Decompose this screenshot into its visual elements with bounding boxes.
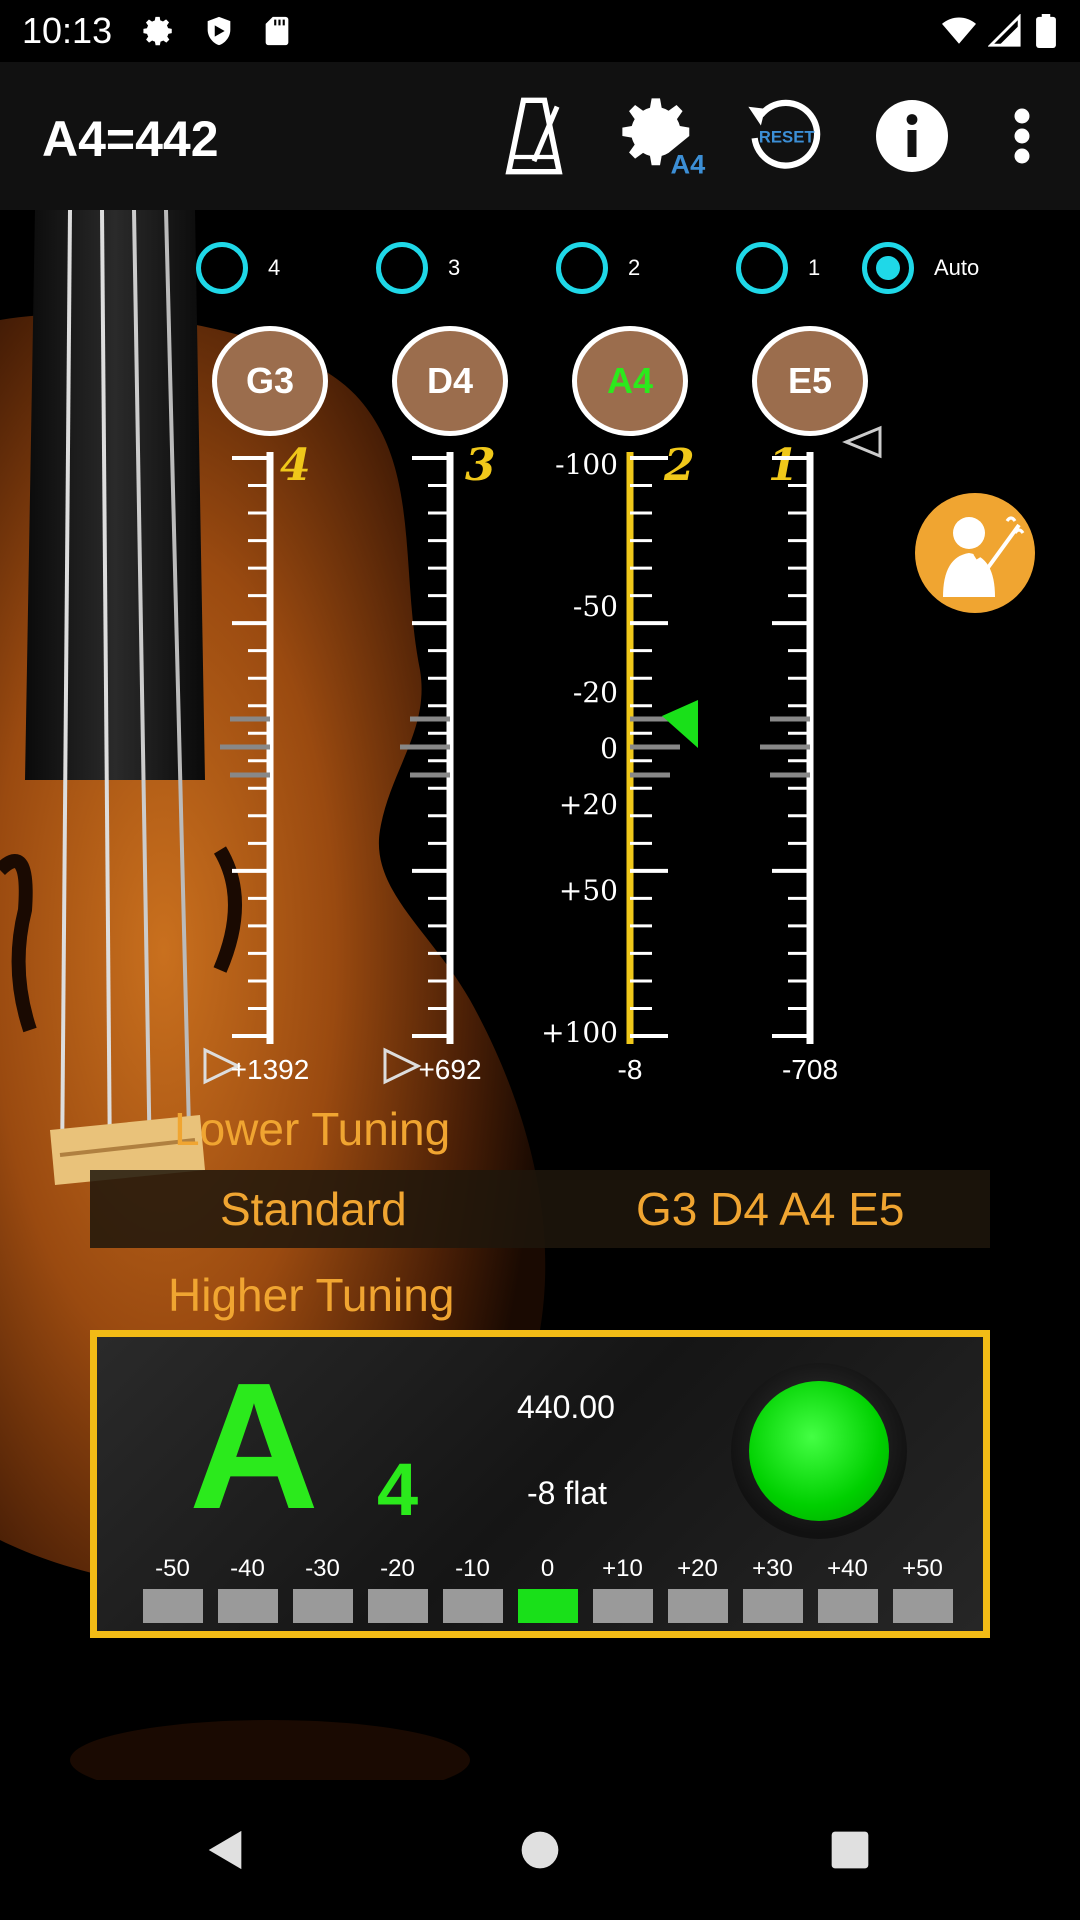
meter-bar bbox=[667, 1589, 728, 1623]
cents-readout-e5: -708 bbox=[781, 1054, 839, 1085]
meter-cell: +30 bbox=[735, 1555, 810, 1623]
meter-label: +50 bbox=[902, 1555, 943, 1582]
meter-label: 0 bbox=[540, 1555, 555, 1582]
meter-label: +10 bbox=[602, 1555, 643, 1582]
back-button[interactable] bbox=[186, 1810, 266, 1890]
meter-bar bbox=[892, 1589, 953, 1623]
meter-label: +30 bbox=[752, 1555, 793, 1582]
lower-tuning-button[interactable]: Lower Tuning bbox=[174, 1102, 450, 1156]
violinist-icon bbox=[943, 516, 1025, 597]
tuning-notes: G3 D4 A4 E5 bbox=[636, 1183, 905, 1235]
meter-bar bbox=[142, 1589, 203, 1623]
tuner-panel: A 4 440.00 -8 flat -50 -40 -30 -20 -10 0 +10 +2… bbox=[90, 1330, 990, 1638]
recents-icon bbox=[831, 1831, 869, 1869]
scale-label: -50 bbox=[573, 590, 618, 623]
meter-cell: +40 bbox=[810, 1555, 885, 1623]
meter-label: -30 bbox=[305, 1555, 340, 1582]
cents-readout-d4: +692 bbox=[418, 1054, 482, 1085]
meter-cell: +50 bbox=[885, 1555, 960, 1623]
meter-label: -10 bbox=[455, 1555, 490, 1582]
recents-button[interactable] bbox=[810, 1810, 890, 1890]
cents-readout-a4: -8 bbox=[617, 1054, 643, 1085]
meter-label: -40 bbox=[230, 1555, 265, 1582]
detected-frequency: 440.00 bbox=[517, 1389, 615, 1425]
home-icon bbox=[521, 1831, 559, 1869]
meter-bar bbox=[442, 1589, 503, 1623]
tuning-name: Standard bbox=[220, 1183, 407, 1235]
meter-cell: +10 bbox=[585, 1555, 660, 1623]
meter-label: -20 bbox=[380, 1555, 415, 1582]
scale-label: +50 bbox=[559, 874, 618, 907]
scale-label: 0 bbox=[600, 732, 618, 765]
detected-note: A bbox=[189, 1346, 319, 1547]
meter-label: -50 bbox=[155, 1555, 190, 1582]
meter-bar bbox=[742, 1589, 803, 1623]
current-tuning-row[interactable]: Standard G3 D4 A4 E5 bbox=[90, 1170, 990, 1248]
meter-label: +20 bbox=[677, 1555, 718, 1582]
scale-label: +20 bbox=[559, 788, 618, 821]
violinist-button[interactable] bbox=[915, 493, 1035, 613]
navigation-bar bbox=[0, 1780, 1080, 1920]
meter-cell: -40 bbox=[210, 1555, 285, 1623]
cents-meter: -50 -40 -30 -20 -10 0 +10 +20 +30 +40 +50 bbox=[135, 1555, 960, 1623]
meter-cell: -20 bbox=[360, 1555, 435, 1623]
meter-bar bbox=[292, 1589, 353, 1623]
meter-cell: -30 bbox=[285, 1555, 360, 1623]
meter-bar-active bbox=[517, 1589, 578, 1623]
meter-bar bbox=[592, 1589, 653, 1623]
cents-readout-g3: +1392 bbox=[230, 1054, 310, 1085]
meter-cell: -10 bbox=[435, 1555, 510, 1623]
meter-cell: +20 bbox=[660, 1555, 735, 1623]
back-icon bbox=[208, 1830, 242, 1870]
scale-label: +100 bbox=[541, 1016, 618, 1049]
scale-label: -100 bbox=[555, 448, 618, 481]
pitch-deviation: -8 flat bbox=[527, 1475, 608, 1511]
meter-bar bbox=[817, 1589, 878, 1623]
meter-cell: 0 bbox=[510, 1555, 585, 1623]
higher-tuning-button[interactable]: Higher Tuning bbox=[168, 1268, 454, 1322]
scale-label: -20 bbox=[573, 676, 618, 709]
meter-bar bbox=[217, 1589, 278, 1623]
detected-octave: 4 bbox=[377, 1448, 419, 1531]
in-tune-indicator bbox=[731, 1363, 907, 1539]
meter-label: +40 bbox=[827, 1555, 868, 1582]
meter-cell: -50 bbox=[135, 1555, 210, 1623]
home-button[interactable] bbox=[500, 1810, 580, 1890]
range-marker bbox=[842, 425, 882, 459]
pitch-pointer bbox=[662, 700, 698, 748]
meter-bar bbox=[367, 1589, 428, 1623]
